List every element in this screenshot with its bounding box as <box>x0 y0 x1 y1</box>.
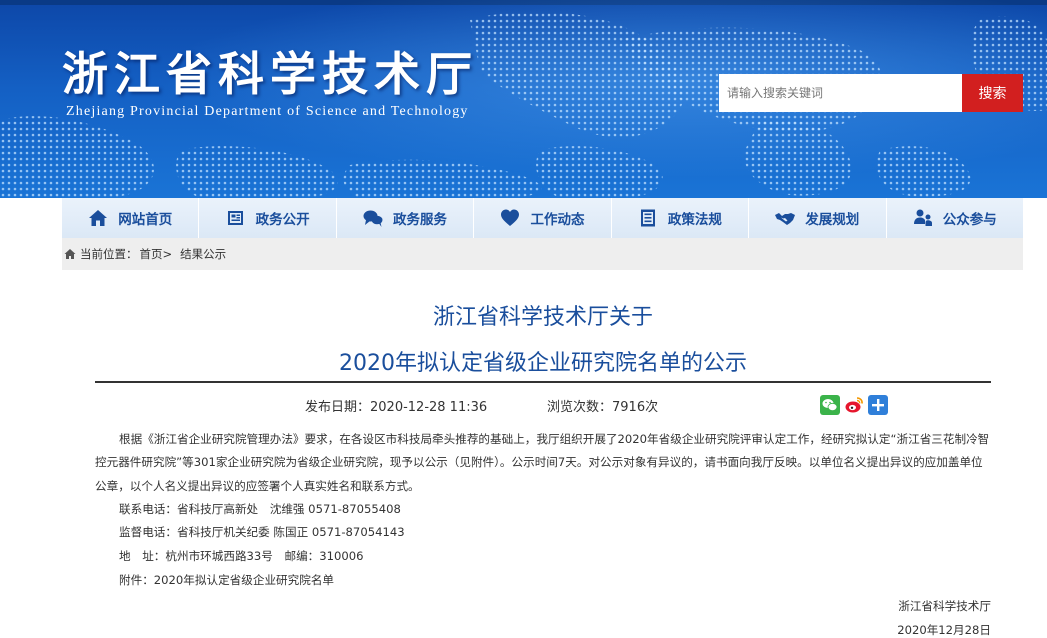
nav-label: 发展规划 <box>805 212 860 228</box>
attachment-link[interactable]: 附件：2020年拟认定省级企业研究院名单 <box>95 569 991 593</box>
breadcrumb-prefix: 当前位置： <box>80 247 138 261</box>
share-bar <box>820 395 888 415</box>
signature-org: 浙江省科学技术厅 <box>898 599 991 613</box>
article-paragraph: 根据《浙江省企业研究院管理办法》要求，在各设区市科技局牵头推荐的基础上，我厅组织… <box>95 432 990 493</box>
main-nav: 网站首页 政务公开 政务服务 工作动态 政策法规 发展规划 公众参与 <box>62 198 1023 238</box>
nav-item-policies[interactable]: 政策法规 <box>611 198 750 238</box>
nav-label: 公众参与 <box>942 212 997 228</box>
breadcrumb-home-link[interactable]: 首页> <box>140 246 173 262</box>
share-more-button[interactable] <box>868 395 888 415</box>
wechat-icon <box>820 395 840 415</box>
location-home-icon <box>64 249 76 259</box>
site-subtitle: Zhejiang Provincial Department of Scienc… <box>66 104 469 119</box>
nav-label: 工作动态 <box>530 212 585 228</box>
publish-date: 发布日期：2020-12-28 11:36 <box>305 400 488 415</box>
search-button[interactable]: 搜索 <box>962 74 1023 112</box>
title-divider <box>95 381 991 383</box>
heart-icon <box>501 209 520 226</box>
breadcrumb-current-link[interactable]: 结果公示 <box>180 246 226 262</box>
header-banner: 浙江省科学技术厅 Zhejiang Provincial Department … <box>0 0 1047 198</box>
people-icon <box>913 209 932 226</box>
nav-label: 政策法规 <box>667 212 722 228</box>
home-icon <box>89 210 108 226</box>
plus-icon <box>872 399 884 411</box>
share-wechat-button[interactable] <box>820 395 840 415</box>
contact-phone: 联系电话：省科技厅高新处 沈维强 0571-87055408 <box>119 501 401 516</box>
nav-item-home[interactable]: 网站首页 <box>62 198 200 238</box>
nav-item-public-participation[interactable]: 公众参与 <box>886 198 1023 238</box>
supervision-phone: 监督电话：省科技厅机关纪委 陈国正 0571-87054143 <box>119 525 405 540</box>
nav-item-work-news[interactable]: 工作动态 <box>474 198 612 238</box>
handshake-icon <box>775 213 796 225</box>
breadcrumb: 当前位置： 首页> 结果公示 <box>62 238 1023 270</box>
nav-label: 政务服务 <box>393 212 448 228</box>
article-title-line1: 浙江省科学技术厅关于 <box>432 305 653 330</box>
weibo-icon <box>845 397 863 413</box>
article-body: 根据《浙江省企业研究院管理办法》要求，在各设区市科技局牵头推荐的基础上，我厅组织… <box>95 428 991 592</box>
chat-icon <box>363 210 383 227</box>
list-icon <box>640 209 655 227</box>
view-count: 浏览次数：7916次 <box>547 400 659 415</box>
document-icon <box>227 211 243 225</box>
nav-item-development[interactable]: 发展规划 <box>749 198 887 238</box>
address: 地 址：杭州市环城西路33号 邮编：310006 <box>119 549 364 564</box>
site-title: 浙江省科学技术厅 <box>62 47 478 101</box>
nav-item-gov-affairs[interactable]: 政务公开 <box>199 198 337 238</box>
signature-date: 2020年12月28日 <box>897 623 991 637</box>
nav-label: 网站首页 <box>118 212 173 228</box>
article-title-line2: 2020年拟认定省级企业研究院名单的公示 <box>339 351 747 376</box>
search-input[interactable] <box>719 74 962 112</box>
share-weibo-button[interactable] <box>844 395 864 415</box>
nav-label: 政务公开 <box>255 212 310 228</box>
nav-item-gov-services[interactable]: 政务服务 <box>336 198 475 238</box>
